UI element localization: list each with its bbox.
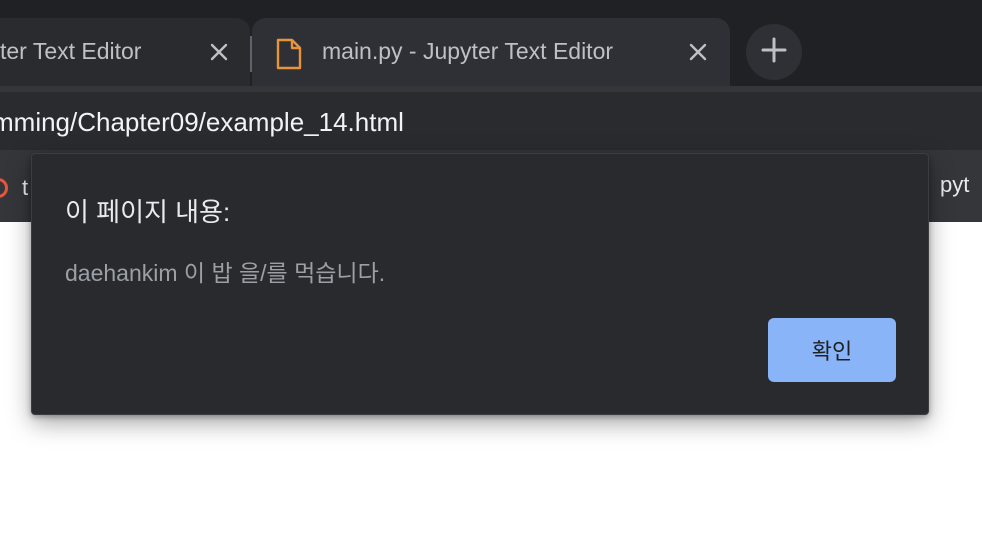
tab-title: ter Text Editor: [0, 38, 142, 64]
close-icon[interactable]: [205, 38, 233, 66]
tab-text-editor[interactable]: ter Text Editor: [0, 18, 250, 86]
close-icon[interactable]: [684, 38, 712, 66]
tab-title: main.py - Jupyter Text Editor: [322, 38, 614, 64]
alert-dialog: 이 페이지 내용: daehankim 이 밥 을/를 먹습니다. 확인: [31, 153, 929, 415]
ok-button[interactable]: 확인: [768, 318, 896, 382]
dialog-title: 이 페이지 내용:: [65, 197, 231, 227]
bookmark-favicon-icon: [0, 178, 8, 198]
bookmark-label: t: [22, 175, 29, 200]
browser-window: ter Text Editor main.py - Jupyter Text E…: [0, 0, 982, 554]
plus-icon: [761, 37, 787, 68]
new-tab-button[interactable]: [746, 24, 802, 80]
tab-main-py[interactable]: main.py - Jupyter Text Editor: [252, 18, 730, 86]
bookmark-item-left[interactable]: t: [0, 175, 29, 200]
dialog-message: daehankim 이 밥 을/를 먹습니다.: [65, 260, 386, 286]
bookmark-label: pyt: [940, 172, 970, 197]
tab-strip: ter Text Editor main.py - Jupyter Text E…: [0, 0, 982, 86]
file-icon: [276, 38, 302, 70]
address-bar[interactable]: mming/Chapter09/example_14.html: [0, 92, 982, 150]
url-text[interactable]: mming/Chapter09/example_14.html: [0, 107, 404, 138]
